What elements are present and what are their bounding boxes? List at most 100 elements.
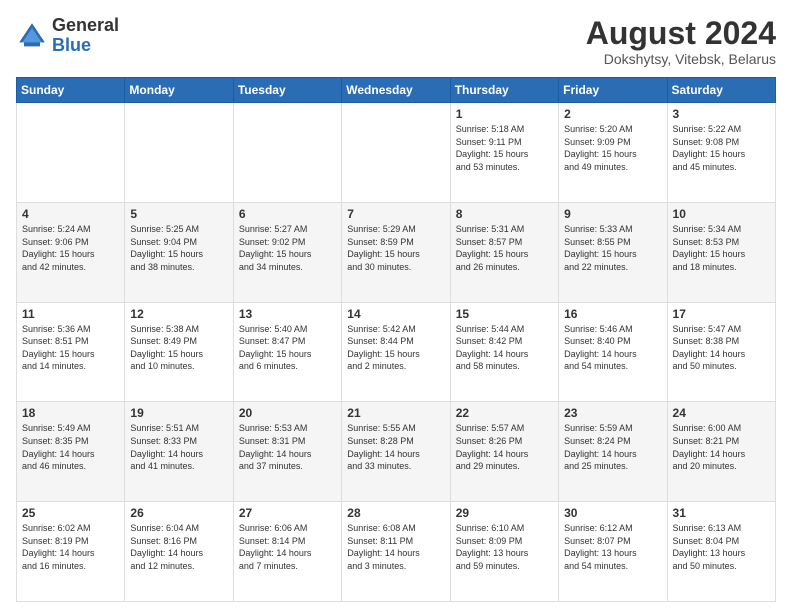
calendar-cell: 5Sunrise: 5:25 AMSunset: 9:04 PMDaylight… (125, 202, 233, 302)
calendar-cell: 14 Sunrise: 5:42 AMSunset: 8:44 PMDayligh… (342, 302, 450, 402)
day-number: 16 (564, 307, 661, 321)
calendar-cell: 17 Sunrise: 5:47 AMSunset: 8:38 PMDayligh… (667, 302, 775, 402)
day-info: Sunrise: 5:27 AMSunset: 9:02 PMDaylight:… (239, 223, 336, 273)
calendar-cell: 27Sunrise: 6:06 AMSunset: 8:14 PMDayligh… (233, 502, 341, 602)
calendar-cell: 23Sunrise: 5:59 AMSunset: 8:24 PMDayligh… (559, 402, 667, 502)
day-number: 29 (456, 506, 553, 520)
day-number: 2 (564, 107, 661, 121)
day-number: 26 (130, 506, 227, 520)
title-block: August 2024 Dokshytsy, Vitebsk, Belarus (586, 16, 776, 67)
header: General Blue August 2024 Dokshytsy, Vite… (16, 16, 776, 67)
calendar-cell: 2 Sunrise: 5:20 AMSunset: 9:09 PMDaylight… (559, 103, 667, 203)
day-info: Sunrise: 6:02 AMSunset: 8:19 PMDaylight:… (22, 522, 119, 572)
day-number: 17 (673, 307, 770, 321)
calendar-cell (342, 103, 450, 203)
dow-header-thursday: Thursday (450, 78, 558, 103)
calendar-cell: 28Sunrise: 6:08 AMSunset: 8:11 PMDayligh… (342, 502, 450, 602)
day-number: 9 (564, 207, 661, 221)
day-number: 6 (239, 207, 336, 221)
day-info: Sunrise: 5:40 AMSunset: 8:47 PMDaylight:… (239, 323, 336, 373)
day-number: 18 (22, 406, 119, 420)
day-info: Sunrise: 5:31 AMSunset: 8:57 PMDaylight:… (456, 223, 553, 273)
calendar-cell: 1Sunrise: 5:18 AMSunset: 9:11 PMDaylight… (450, 103, 558, 203)
day-number: 7 (347, 207, 444, 221)
day-info: Sunrise: 5:38 AMSunset: 8:49 PMDaylight:… (130, 323, 227, 373)
calendar-cell (233, 103, 341, 203)
day-info: Sunrise: 6:00 AMSunset: 8:21 PMDaylight:… (673, 422, 770, 472)
calendar: SundayMondayTuesdayWednesdayThursdayFrid… (16, 77, 776, 602)
location: Dokshytsy, Vitebsk, Belarus (586, 51, 776, 67)
logo: General Blue (16, 16, 119, 56)
calendar-cell: 13Sunrise: 5:40 AMSunset: 8:47 PMDayligh… (233, 302, 341, 402)
week-row-5: 25 Sunrise: 6:02 AMSunset: 8:19 PMDayligh… (17, 502, 776, 602)
day-number: 28 (347, 506, 444, 520)
dow-header-wednesday: Wednesday (342, 78, 450, 103)
day-number: 14 (347, 307, 444, 321)
calendar-cell: 19Sunrise: 5:51 AMSunset: 8:33 PMDayligh… (125, 402, 233, 502)
calendar-cell: 30 Sunrise: 6:12 AMSunset: 8:07 PMDayligh… (559, 502, 667, 602)
calendar-cell: 10Sunrise: 5:34 AMSunset: 8:53 PMDayligh… (667, 202, 775, 302)
calendar-cell (125, 103, 233, 203)
day-info: Sunrise: 5:51 AMSunset: 8:33 PMDaylight:… (130, 422, 227, 472)
calendar-cell: 11 Sunrise: 5:36 AMSunset: 8:51 PMDayligh… (17, 302, 125, 402)
day-number: 25 (22, 506, 119, 520)
calendar-cell: 31 Sunrise: 6:13 AMSunset: 8:04 PMDayligh… (667, 502, 775, 602)
day-info: Sunrise: 5:47 AMSunset: 8:38 PMDaylight:… (673, 323, 770, 373)
day-number: 27 (239, 506, 336, 520)
logo-text: General Blue (52, 16, 119, 56)
logo-general: General (52, 15, 119, 35)
day-info: Sunrise: 5:18 AMSunset: 9:11 PMDaylight:… (456, 123, 553, 173)
day-info: Sunrise: 5:46 AMSunset: 8:40 PMDaylight:… (564, 323, 661, 373)
day-info: Sunrise: 5:29 AMSunset: 8:59 PMDaylight:… (347, 223, 444, 273)
day-info: Sunrise: 5:36 AMSunset: 8:51 PMDaylight:… (22, 323, 119, 373)
day-info: Sunrise: 5:49 AMSunset: 8:35 PMDaylight:… (22, 422, 119, 472)
dow-header-monday: Monday (125, 78, 233, 103)
generalblue-logo-icon (16, 20, 48, 52)
day-number: 3 (673, 107, 770, 121)
calendar-cell: 18 Sunrise: 5:49 AMSunset: 8:35 PMDayligh… (17, 402, 125, 502)
day-info: Sunrise: 5:53 AMSunset: 8:31 PMDaylight:… (239, 422, 336, 472)
dow-header-tuesday: Tuesday (233, 78, 341, 103)
day-number: 4 (22, 207, 119, 221)
day-info: Sunrise: 6:04 AMSunset: 8:16 PMDaylight:… (130, 522, 227, 572)
day-number: 11 (22, 307, 119, 321)
calendar-cell: 29 Sunrise: 6:10 AMSunset: 8:09 PMDayligh… (450, 502, 558, 602)
week-row-2: 4 Sunrise: 5:24 AMSunset: 9:06 PMDaylight… (17, 202, 776, 302)
day-info: Sunrise: 5:22 AMSunset: 9:08 PMDaylight:… (673, 123, 770, 173)
day-number: 31 (673, 506, 770, 520)
day-number: 24 (673, 406, 770, 420)
calendar-cell: 12 Sunrise: 5:38 AMSunset: 8:49 PMDayligh… (125, 302, 233, 402)
day-info: Sunrise: 6:13 AMSunset: 8:04 PMDaylight:… (673, 522, 770, 572)
calendar-cell (17, 103, 125, 203)
dow-header-friday: Friday (559, 78, 667, 103)
day-number: 30 (564, 506, 661, 520)
day-number: 8 (456, 207, 553, 221)
day-number: 23 (564, 406, 661, 420)
day-number: 12 (130, 307, 227, 321)
day-number: 10 (673, 207, 770, 221)
day-info: Sunrise: 5:42 AMSunset: 8:44 PMDaylight:… (347, 323, 444, 373)
day-number: 20 (239, 406, 336, 420)
day-info: Sunrise: 5:33 AMSunset: 8:55 PMDaylight:… (564, 223, 661, 273)
day-info: Sunrise: 5:24 AMSunset: 9:06 PMDaylight:… (22, 223, 119, 273)
day-info: Sunrise: 6:10 AMSunset: 8:09 PMDaylight:… (456, 522, 553, 572)
dow-header-saturday: Saturday (667, 78, 775, 103)
week-row-3: 11 Sunrise: 5:36 AMSunset: 8:51 PMDayligh… (17, 302, 776, 402)
day-info: Sunrise: 6:12 AMSunset: 8:07 PMDaylight:… (564, 522, 661, 572)
day-info: Sunrise: 5:20 AMSunset: 9:09 PMDaylight:… (564, 123, 661, 173)
calendar-cell: 21 Sunrise: 5:55 AMSunset: 8:28 PMDayligh… (342, 402, 450, 502)
page: General Blue August 2024 Dokshytsy, Vite… (0, 0, 792, 612)
day-number: 15 (456, 307, 553, 321)
week-row-1: 1Sunrise: 5:18 AMSunset: 9:11 PMDaylight… (17, 103, 776, 203)
day-info: Sunrise: 5:55 AMSunset: 8:28 PMDaylight:… (347, 422, 444, 472)
day-number: 21 (347, 406, 444, 420)
calendar-cell: 15 Sunrise: 5:44 AMSunset: 8:42 PMDayligh… (450, 302, 558, 402)
day-info: Sunrise: 5:44 AMSunset: 8:42 PMDaylight:… (456, 323, 553, 373)
calendar-cell: 26 Sunrise: 6:04 AMSunset: 8:16 PMDayligh… (125, 502, 233, 602)
calendar-cell: 25 Sunrise: 6:02 AMSunset: 8:19 PMDayligh… (17, 502, 125, 602)
calendar-cell: 7 Sunrise: 5:29 AMSunset: 8:59 PMDaylight… (342, 202, 450, 302)
day-number: 22 (456, 406, 553, 420)
calendar-cell: 8 Sunrise: 5:31 AMSunset: 8:57 PMDaylight… (450, 202, 558, 302)
week-row-4: 18 Sunrise: 5:49 AMSunset: 8:35 PMDayligh… (17, 402, 776, 502)
calendar-cell: 20 Sunrise: 5:53 AMSunset: 8:31 PMDayligh… (233, 402, 341, 502)
